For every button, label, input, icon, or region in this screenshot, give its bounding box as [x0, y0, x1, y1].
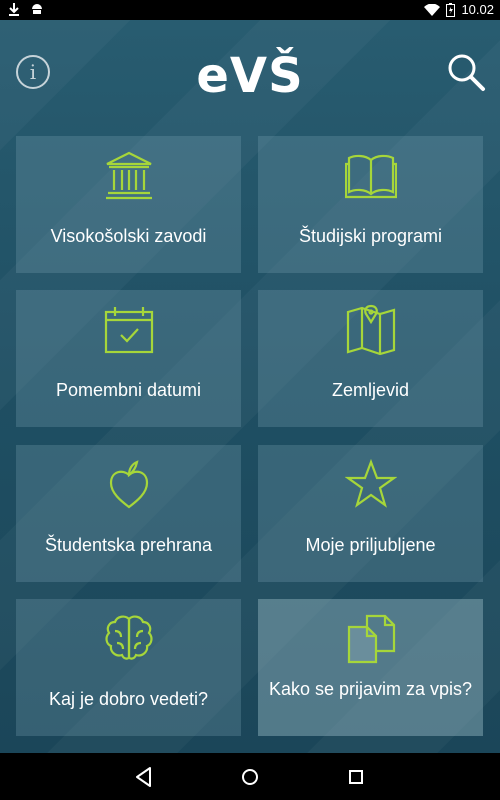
- status-time: 10.02: [461, 2, 494, 17]
- tile-label: Pomembni datumi: [55, 380, 202, 400]
- tile-kaj-je-dobro-vedeti[interactable]: Kaj je dobro vedeti?: [16, 599, 241, 736]
- tile-label: Kaj je dobro vedeti?: [48, 689, 209, 709]
- institution-icon: [106, 151, 152, 200]
- search-icon: [448, 54, 485, 91]
- book-icon: [345, 154, 397, 199]
- navigation-bar: [0, 753, 500, 800]
- tile-pomembni-datumi[interactable]: Pomembni datumi: [16, 290, 241, 427]
- tile-studentska-prehrana[interactable]: Študentska prehrana: [16, 445, 241, 582]
- documents-icon: [347, 614, 396, 664]
- tile-label: Moje priljubljene: [305, 535, 436, 555]
- tile-kako-se-prijavim[interactable]: Kako se prijavim za vpis?: [258, 599, 483, 736]
- download-icon: [9, 3, 19, 16]
- app-logo: eVŠ: [196, 48, 304, 104]
- star-icon: [345, 459, 397, 508]
- tile-studijski-programi[interactable]: Študijski programi: [258, 136, 483, 273]
- tile-label: Kako se prijavim za vpis?: [268, 679, 473, 699]
- recents-icon[interactable]: [344, 765, 368, 789]
- tile-label: Študentska prehrana: [44, 535, 213, 555]
- tile-label: Študijski programi: [298, 226, 443, 246]
- back-icon[interactable]: [132, 765, 156, 789]
- apple-icon: [109, 460, 149, 509]
- tile-label: Visokošolski zavodi: [50, 226, 207, 246]
- tile-moje-priljubljene[interactable]: Moje priljubljene: [258, 445, 483, 582]
- map-icon: [346, 304, 396, 356]
- tile-label: Zemljevid: [331, 380, 410, 400]
- app-header: i eVŠ: [0, 20, 500, 120]
- status-bar: 10.02: [0, 0, 500, 20]
- tile-visokosolski-zavodi[interactable]: Visokošolski zavodi: [16, 136, 241, 273]
- brain-icon: [105, 615, 153, 660]
- wifi-icon: [424, 3, 441, 16]
- tile-zemljevid[interactable]: Zemljevid: [258, 290, 483, 427]
- home-icon[interactable]: [238, 765, 262, 789]
- calendar-icon: [104, 307, 154, 354]
- battery-icon: [446, 2, 456, 17]
- app-content: i eVŠ Visokošolski zavodi Študijski prog…: [0, 20, 500, 753]
- search-button[interactable]: [446, 52, 486, 92]
- android-icon: [32, 4, 42, 14]
